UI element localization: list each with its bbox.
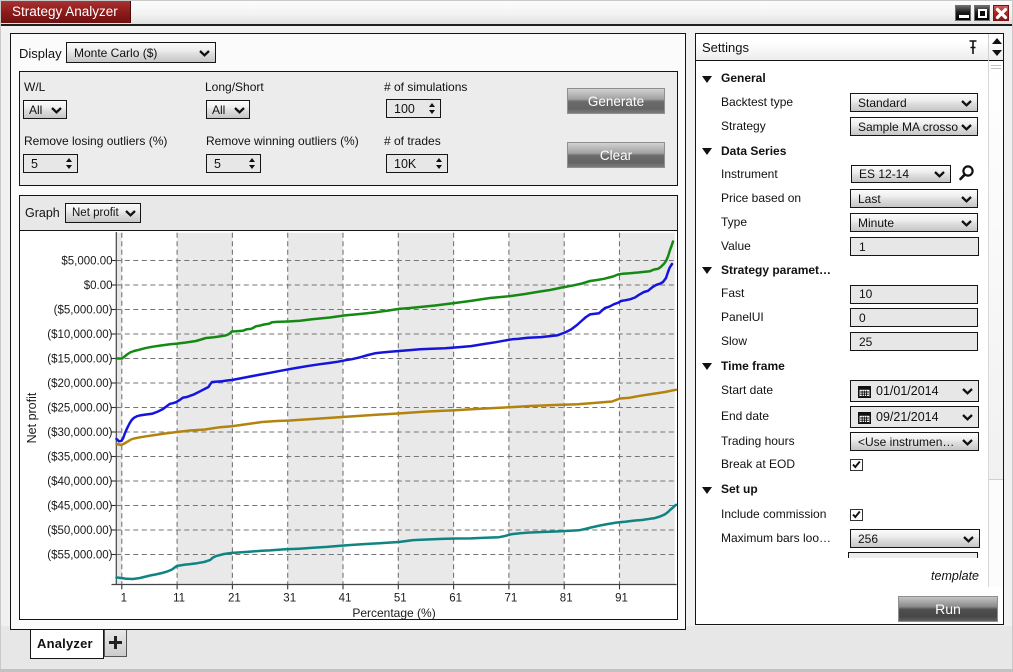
svg-text:61: 61 — [449, 593, 462, 605]
svg-text:($40,000.00): ($40,000.00) — [47, 476, 112, 488]
svg-text:$5,000.00: $5,000.00 — [61, 256, 112, 268]
svg-text:Net profit: Net profit — [25, 392, 39, 443]
svg-text:41: 41 — [339, 593, 352, 605]
svg-text:91: 91 — [615, 593, 628, 605]
svg-text:($25,000.00): ($25,000.00) — [47, 403, 112, 415]
svg-text:($30,000.00): ($30,000.00) — [47, 427, 112, 439]
svg-text:1: 1 — [121, 593, 127, 605]
svg-text:$0.00: $0.00 — [84, 280, 113, 292]
svg-text:71: 71 — [505, 593, 518, 605]
svg-text:51: 51 — [394, 593, 407, 605]
svg-text:($20,000.00): ($20,000.00) — [47, 378, 112, 390]
svg-text:($10,000.00): ($10,000.00) — [47, 329, 112, 341]
svg-text:Percentage (%): Percentage (%) — [352, 606, 435, 620]
svg-text:31: 31 — [283, 593, 296, 605]
svg-text:($35,000.00): ($35,000.00) — [47, 452, 112, 464]
svg-text:($15,000.00): ($15,000.00) — [47, 354, 112, 366]
svg-text:($45,000.00): ($45,000.00) — [47, 501, 112, 513]
svg-text:81: 81 — [560, 593, 573, 605]
svg-text:($55,000.00): ($55,000.00) — [47, 550, 112, 562]
svg-text:($5,000.00): ($5,000.00) — [54, 305, 113, 317]
svg-text:($50,000.00): ($50,000.00) — [47, 525, 112, 537]
svg-text:11: 11 — [173, 593, 185, 605]
svg-text:21: 21 — [228, 593, 241, 605]
